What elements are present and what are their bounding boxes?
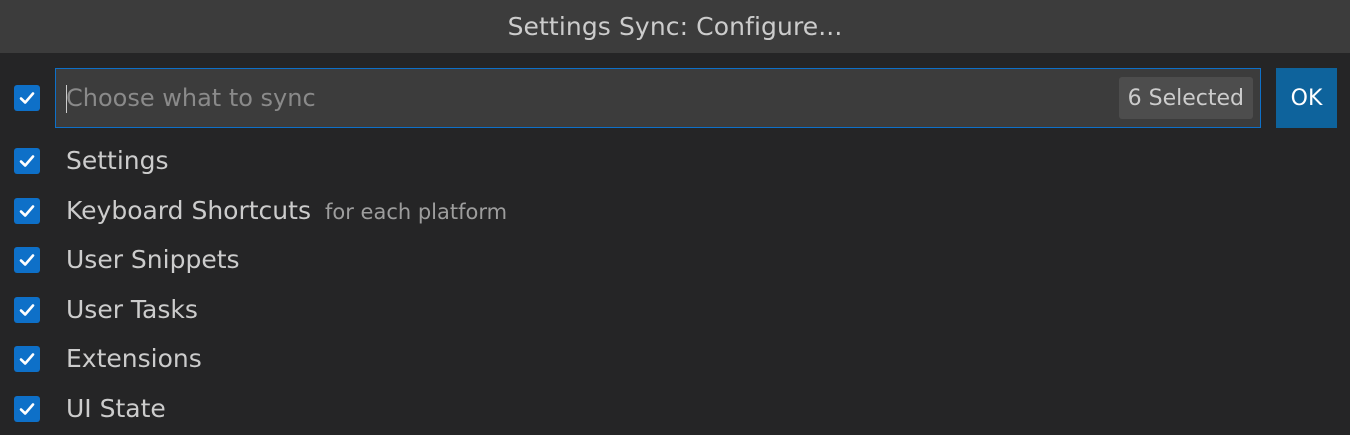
list-item-user-tasks[interactable]: User Tasks <box>0 287 1350 337</box>
ui-state-checkbox[interactable] <box>14 395 40 422</box>
list-item-keyboard-shortcuts[interactable]: Keyboard Shortcuts for each platform <box>0 188 1350 238</box>
list-item-ui-state[interactable]: UI State <box>0 386 1350 435</box>
select-all-checkbox[interactable] <box>14 85 40 111</box>
ok-button[interactable]: OK <box>1276 68 1337 128</box>
list-item-label: User Snippets <box>66 245 240 274</box>
list-item-label: Settings <box>66 146 169 175</box>
item-description: for each platform <box>324 199 508 224</box>
filter-input-box[interactable]: 6 Selected <box>55 68 1261 128</box>
item-label-text: User Tasks <box>66 294 198 324</box>
item-label-text: Extensions <box>66 344 202 373</box>
list-item-label: Extensions <box>66 344 202 373</box>
keyboard-shortcuts-checkbox[interactable] <box>14 197 40 224</box>
sync-options-list: Settings Keyboard Shortcuts for each plat… <box>0 138 1350 435</box>
checkmark-icon <box>19 254 35 266</box>
settings-sync-window: Settings Sync: Configure... 6 Selected O… <box>0 0 1350 435</box>
list-item-label: UI State <box>66 394 166 423</box>
settings-checkbox[interactable] <box>14 148 40 174</box>
item-label-text: Keyboard Shortcuts <box>66 195 311 225</box>
list-item-extensions[interactable]: Extensions <box>0 336 1350 386</box>
list-item-label: User Tasks <box>66 295 198 324</box>
list-item-label: Keyboard Shortcuts for each platform <box>66 196 507 225</box>
checkmark-icon <box>19 155 35 167</box>
checkmark-icon <box>19 353 35 365</box>
filter-input[interactable] <box>66 69 1106 127</box>
list-item-user-snippets[interactable]: User Snippets <box>0 237 1350 287</box>
item-label-text: User Snippets <box>66 245 240 274</box>
checkmark-icon <box>19 204 35 217</box>
selected-count-badge: 6 Selected <box>1118 77 1253 119</box>
checkmark-icon <box>19 402 35 415</box>
checkmark-icon <box>19 303 35 316</box>
user-snippets-checkbox[interactable] <box>14 247 40 273</box>
extensions-checkbox[interactable] <box>14 346 40 372</box>
window-title: Settings Sync: Configure... <box>507 12 843 41</box>
title-bar: Settings Sync: Configure... <box>0 0 1350 53</box>
item-label-text: UI State <box>66 393 166 423</box>
checkmark-icon <box>19 92 35 104</box>
user-tasks-checkbox[interactable] <box>14 296 40 323</box>
list-item-settings[interactable]: Settings <box>0 138 1350 188</box>
item-label-text: Settings <box>66 146 169 175</box>
